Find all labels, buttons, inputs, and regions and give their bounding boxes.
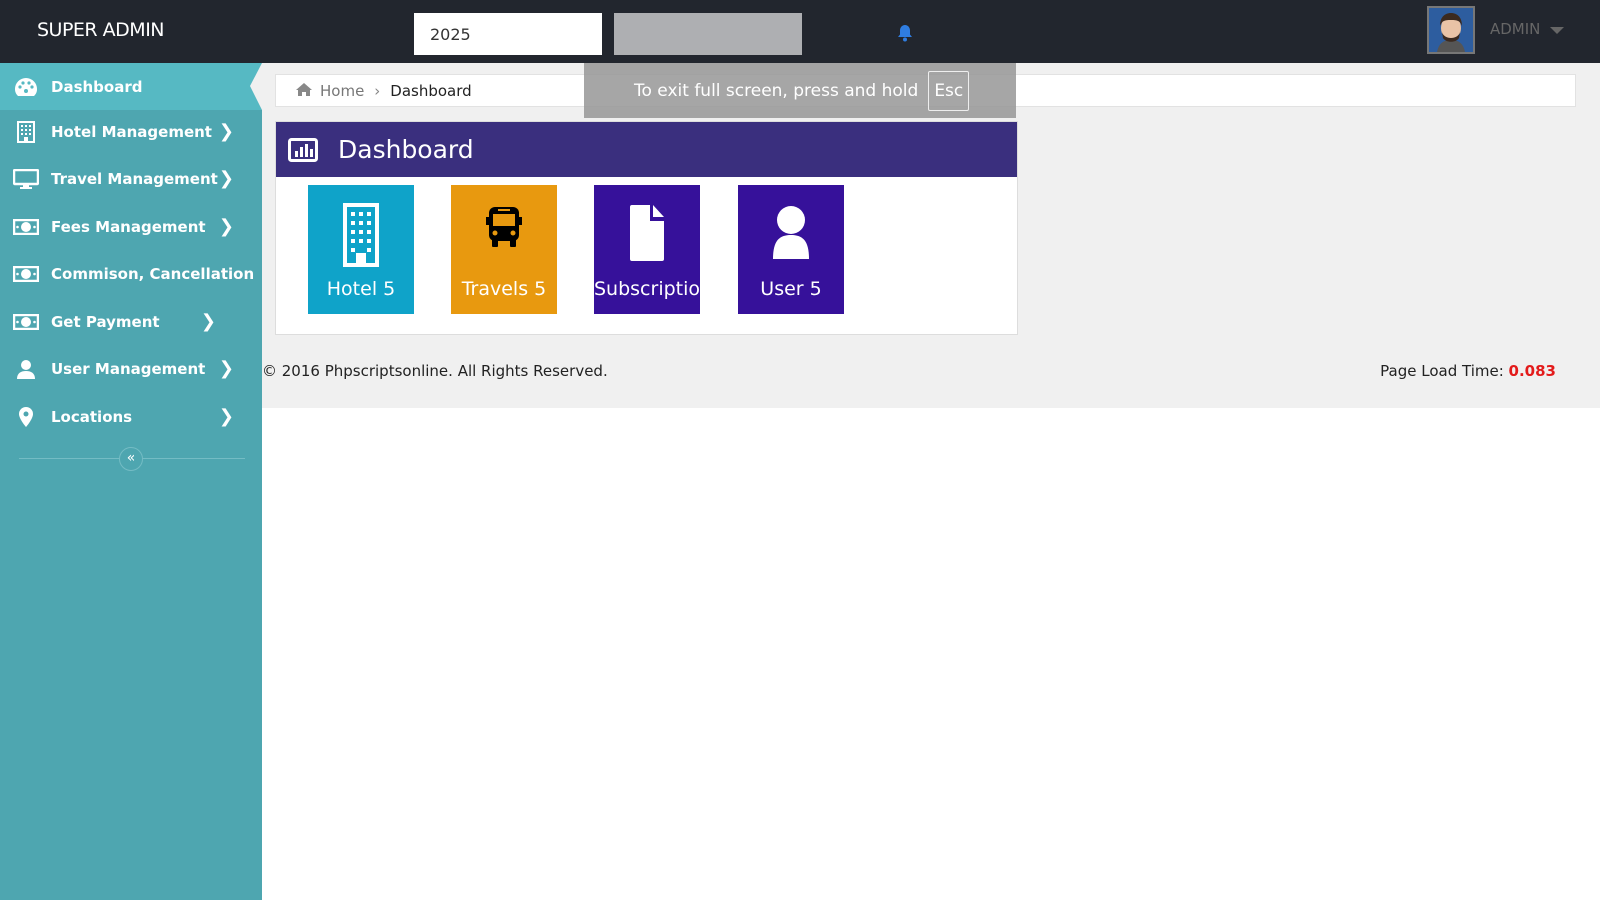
panel-header: Dashboard [276, 122, 1017, 177]
breadcrumb-current: Dashboard [390, 81, 472, 100]
building-icon [1, 120, 51, 143]
collapse-sidebar-button[interactable]: « [119, 447, 143, 471]
year-input[interactable] [414, 13, 602, 55]
dashboard-panel: Dashboard Hotel 5 Travels 5 Subscriptio … [275, 121, 1018, 335]
panel-title: Dashboard [338, 135, 474, 164]
sidebar-item-hotel-management[interactable]: Hotel Management ❯ [0, 108, 262, 155]
tile-label: Travels 5 [461, 278, 547, 300]
avatar[interactable] [1427, 6, 1475, 54]
page-load-value: 0.083 [1508, 362, 1556, 380]
copyright-text: © 2016 Phpscriptsonline. All Rights Rese… [262, 362, 608, 380]
map-marker-icon [1, 406, 51, 427]
tile-label: Hotel 5 [326, 278, 396, 300]
sidebar-item-get-payment[interactable]: Get Payment ❯ [0, 298, 262, 345]
sidebar-item-locations[interactable]: Locations ❯ [0, 393, 262, 440]
esc-key: Esc [928, 70, 970, 111]
travels-tile[interactable]: Travels 5 [451, 185, 557, 314]
tile-label: Subscriptio [594, 278, 700, 300]
sidebar-item-commission-cancellation[interactable]: Commison, Cancellation [0, 250, 262, 297]
sidebar-item-label: Fees Management [51, 217, 206, 236]
user-tile[interactable]: User 5 [738, 185, 844, 314]
sidebar-item-label: User Management [51, 359, 206, 378]
chevron-right-icon: ❯ [218, 216, 234, 237]
sidebar: Dashboard Hotel Management ❯ Travel Mana… [0, 63, 262, 900]
fullscreen-notice-text: To exit full screen, press and hold [634, 80, 919, 101]
hotel-tile[interactable]: Hotel 5 [308, 185, 414, 314]
sidebar-item-travel-management[interactable]: Travel Management ❯ [0, 155, 262, 202]
user-menu-label[interactable]: ADMIN [1490, 20, 1540, 38]
breadcrumb-home-link[interactable]: Home [320, 82, 364, 100]
money-icon [1, 313, 51, 330]
sidebar-item-label: Dashboard [51, 77, 143, 96]
sidebar-item-dashboard[interactable]: Dashboard [0, 63, 262, 110]
sidebar-item-label: Get Payment [51, 312, 160, 331]
sidebar-item-label: Commison, Cancellation [51, 264, 255, 283]
money-icon [1, 265, 51, 282]
sidebar-item-label: Hotel Management [51, 122, 212, 141]
money-icon [1, 218, 51, 235]
building-icon [343, 203, 379, 267]
page-load-time: Page Load Time: 0.083 [1380, 362, 1556, 380]
chevron-right-icon: ❯ [218, 168, 234, 189]
bus-icon [486, 207, 522, 247]
sidebar-item-fees-management[interactable]: Fees Management ❯ [0, 203, 262, 250]
chevron-right-icon: ❯ [218, 358, 234, 379]
monitor-icon [1, 168, 51, 189]
sidebar-item-user-management[interactable]: User Management ❯ [0, 345, 262, 392]
file-icon [630, 205, 664, 261]
chevron-right-icon: ❯ [200, 311, 216, 332]
caret-down-icon[interactable] [1550, 27, 1564, 34]
fullscreen-notice: To exit full screen, press and hold Esc [584, 63, 1016, 118]
user-icon [773, 206, 809, 259]
chevron-right-icon: ❯ [218, 121, 234, 142]
top-navbar: SUPER ADMIN ADMIN [0, 0, 1600, 63]
chevron-right-icon: ❯ [218, 406, 234, 427]
page-load-label: Page Load Time: [1380, 362, 1504, 380]
bell-icon[interactable] [896, 24, 914, 46]
tile-label: User 5 [760, 278, 822, 300]
breadcrumb-separator: › [374, 81, 381, 100]
subscription-tile[interactable]: Subscriptio [594, 185, 700, 314]
home-icon [296, 82, 312, 100]
sidebar-item-label: Locations [51, 407, 133, 426]
sidebar-item-label: Travel Management [51, 169, 218, 188]
user-icon [1, 359, 51, 379]
brand-title: SUPER ADMIN [37, 19, 165, 41]
dashboard-icon [1, 77, 51, 97]
select-field[interactable] [614, 13, 802, 55]
bar-chart-icon [288, 137, 318, 162]
